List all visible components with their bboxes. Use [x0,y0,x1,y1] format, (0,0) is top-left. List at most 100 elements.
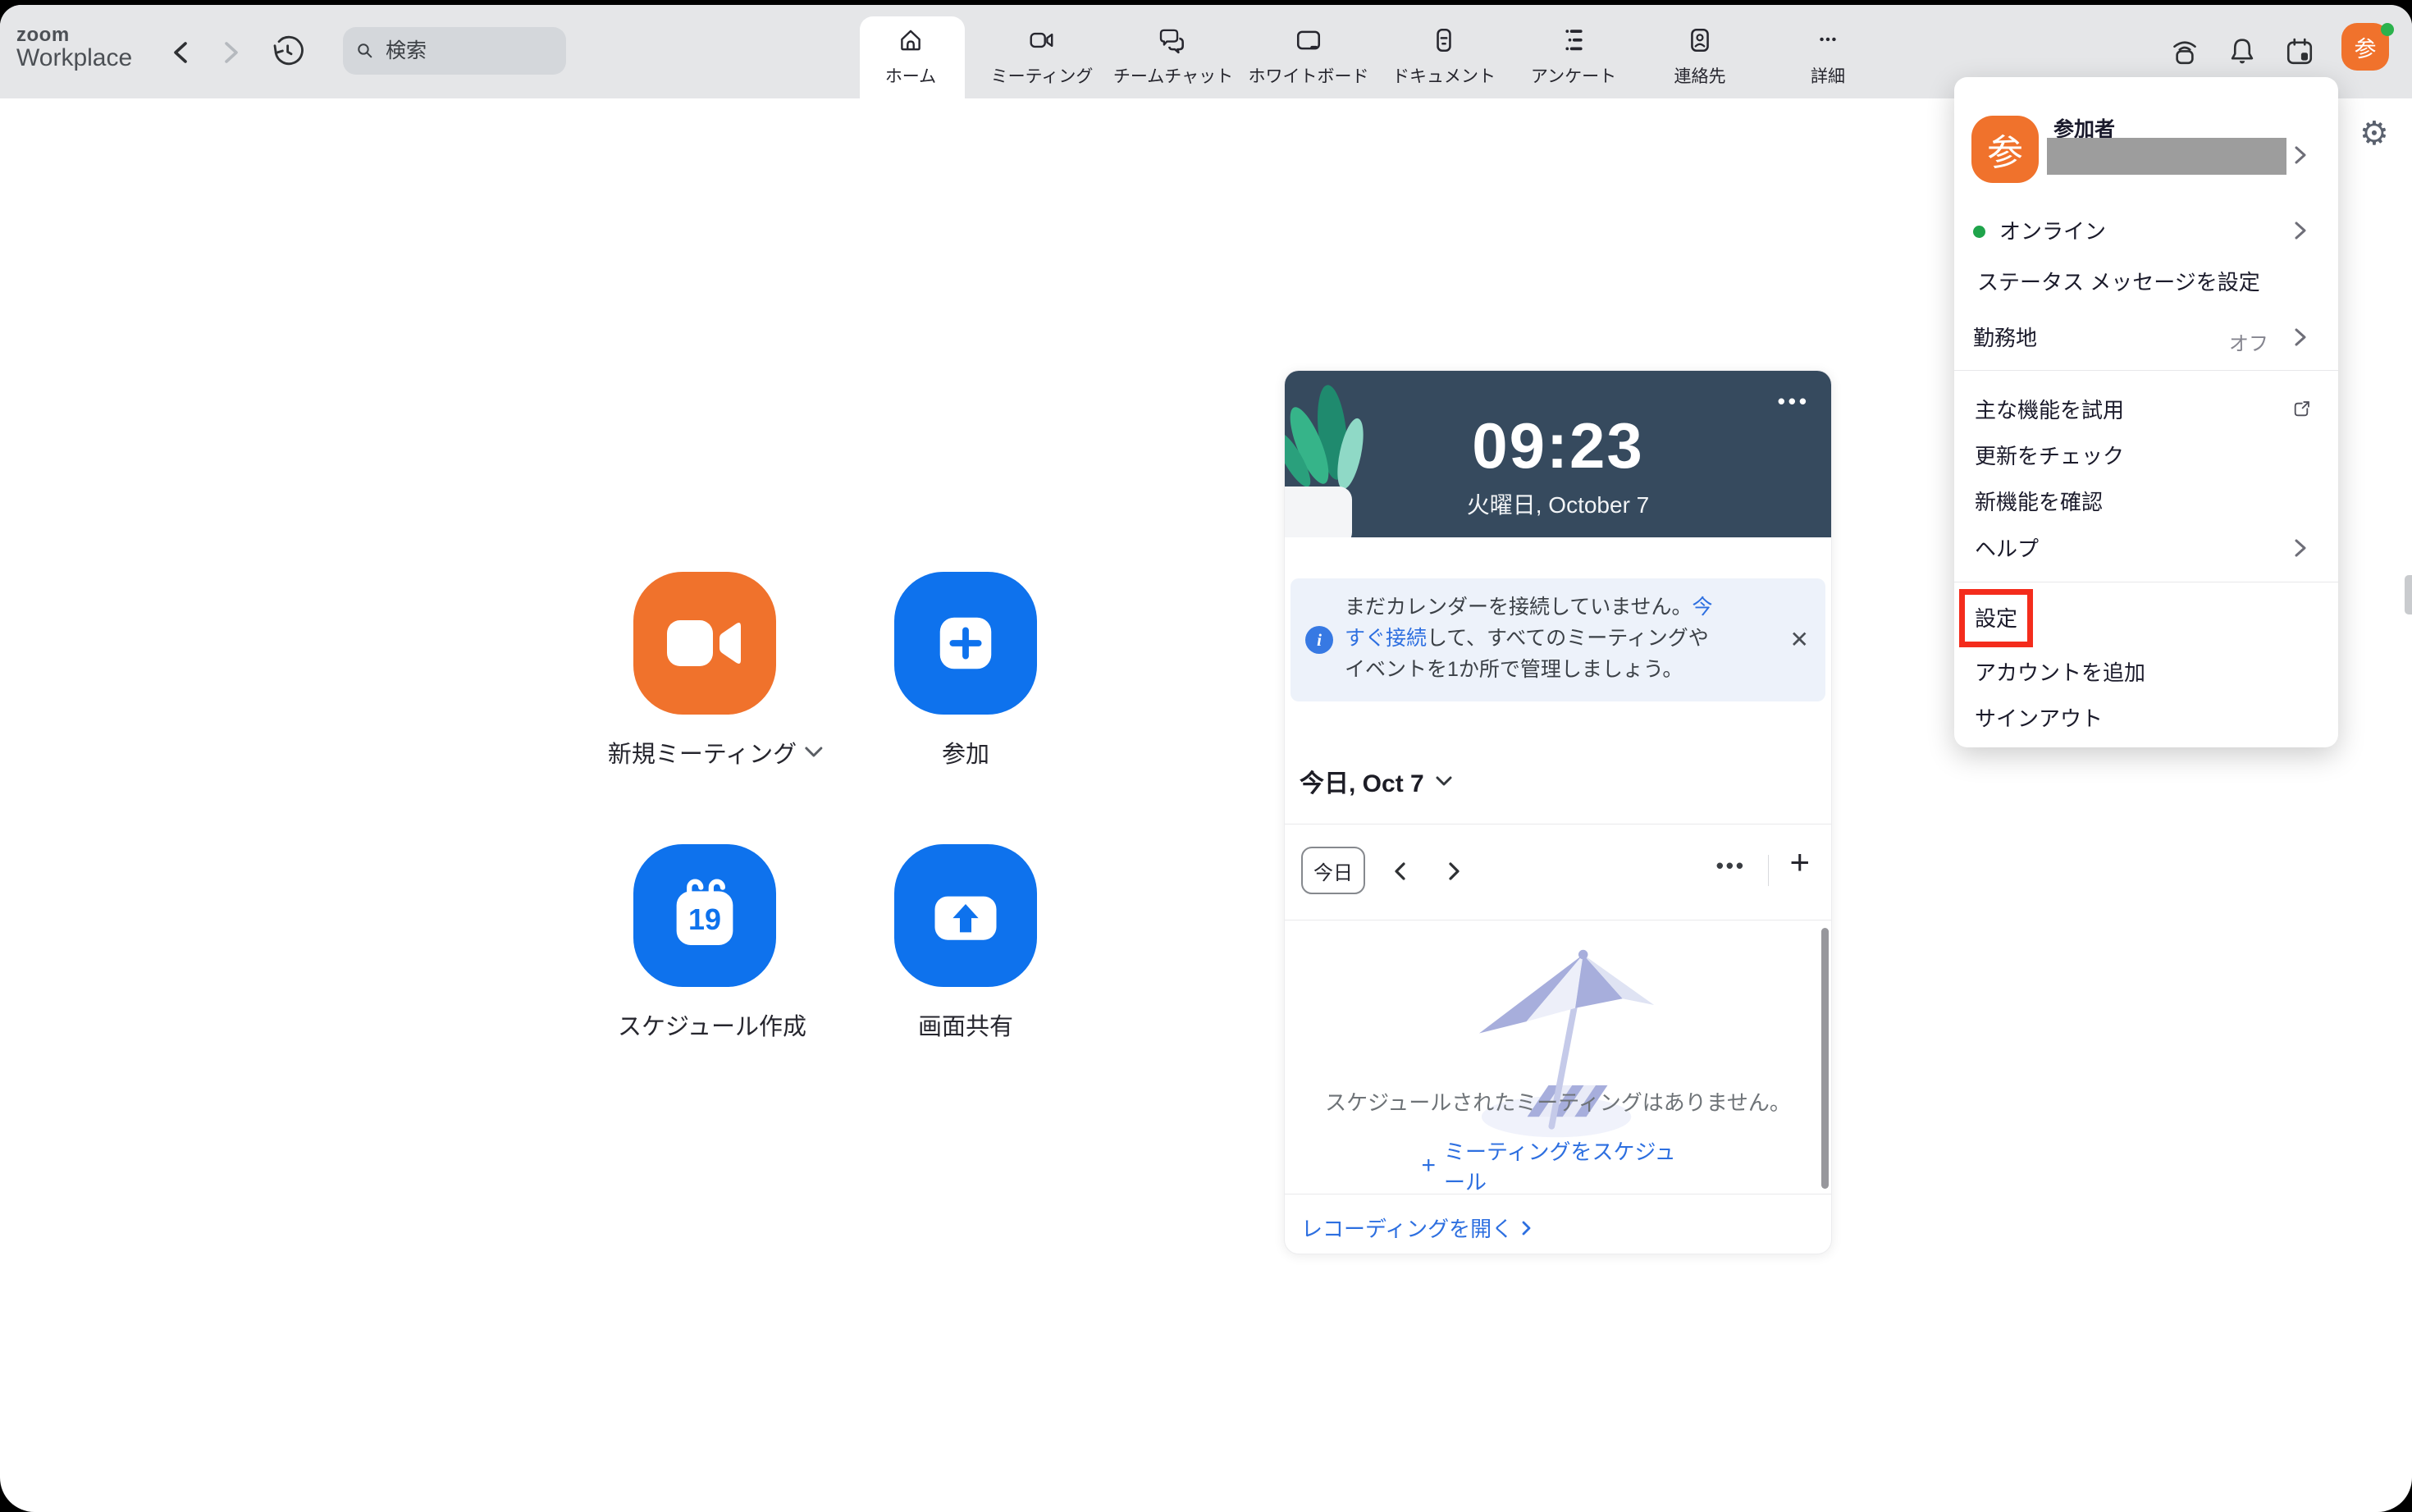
banner-text: まだカレンダーを接続していません。今 すぐ接続して、すべてのミーティングや イベ… [1345,592,1748,685]
join-label[interactable]: 参加 [942,735,989,770]
clock-date: 火曜日, October 7 [1285,487,1831,520]
tab-home[interactable]: ホーム [849,5,972,98]
svg-text:19: 19 [688,902,721,936]
banner-close-button[interactable]: ✕ [1790,626,1809,653]
search-input[interactable] [384,39,555,64]
notifications-button[interactable] [2225,34,2259,69]
menu-item-check-updates[interactable]: 更新をチェック [1975,443,2124,469]
menu-item-work-location[interactable]: 勤務地 [1973,325,2037,351]
tab-contacts[interactable]: 連絡先 [1638,5,1761,98]
tab-label: ホーム [885,63,936,88]
settings-highlight-annotation [1959,589,2033,647]
chevron-right-icon [2292,537,2309,559]
search-icon [354,40,376,62]
menu-item-try-features[interactable]: 主な機能を試用 [1975,397,2124,423]
open-recordings-link[interactable]: レコーディングを開く [1301,1213,1532,1243]
menu-item-status[interactable]: オンライン [1999,218,2106,244]
calendar-button[interactable] [2282,34,2317,69]
tab-label: チームチャット [1113,63,1233,88]
chevron-left-icon [1396,864,1404,879]
menu-item-help[interactable]: ヘルプ [1975,536,2039,562]
schedule-button[interactable]: 19 [633,844,776,987]
chevron-right-icon [1521,1220,1532,1236]
more-horizontal-icon [1814,26,1842,54]
presence-dot [2381,23,2394,36]
history-icon [271,34,304,67]
survey-list-icon [1560,26,1587,54]
calendar-more-button[interactable]: ••• [1716,853,1746,879]
plus-icon: + [1422,1152,1437,1180]
gear-icon: ⚙ [2359,116,2389,152]
menu-item-set-status-message[interactable]: ステータス メッセージを設定 [1977,269,2260,295]
redacted-name-bar [2047,138,2286,175]
connect-now-link[interactable]: すぐ接続 [1345,627,1427,650]
chevron-right-icon [1450,864,1458,879]
window-edge-artifact [2405,575,2412,614]
search-box[interactable] [343,27,566,75]
tab-label: ホワイトボード [1249,63,1369,88]
menu-divider [1954,370,2338,371]
history-button[interactable] [271,34,304,67]
next-day-button[interactable] [1439,856,1469,886]
divider [1285,1194,1831,1195]
schedule-meeting-link[interactable]: + ミーティングをスケジュール [1422,1135,1695,1196]
nav-back-button[interactable] [164,36,197,69]
clock-card-more-button[interactable]: ••• [1778,389,1810,414]
info-icon: i [1305,626,1333,654]
contact-card-icon [1686,26,1714,54]
home-icon [897,26,925,54]
video-camera-filled-icon [662,612,747,674]
tab-team-chat[interactable]: チームチャット [1112,5,1235,98]
new-meeting-button[interactable] [633,572,776,715]
new-meeting-label[interactable]: 新規ミーティング [608,735,823,770]
connect-to-device-button[interactable] [2168,34,2202,69]
clock-card-header: 09:23 火曜日, October 7 ••• [1285,371,1831,537]
chevron-right-icon [2292,327,2309,348]
share-screen-label[interactable]: 画面共有 [918,1007,1013,1042]
toolbar-divider [1768,855,1769,886]
online-status-dot [1973,226,1985,238]
logo-zoom: zoom [16,25,132,45]
chevron-down-icon [1436,776,1452,787]
tab-label: 連絡先 [1674,63,1726,88]
zoom-workplace-window: zoom Workplace [0,5,2412,1512]
tab-whiteboard[interactable]: ホワイトボード [1247,5,1370,98]
avatar-initial: 参 [1987,123,2023,176]
nav-forward-button[interactable] [215,36,248,69]
prev-day-button[interactable] [1385,856,1414,886]
share-screen-button[interactable] [894,844,1037,987]
close-icon: ✕ [1790,627,1809,652]
today-button[interactable]: 今日 [1301,847,1365,894]
tab-label: アンケート [1531,63,1616,88]
join-button[interactable] [894,572,1037,715]
connect-now-link[interactable]: 今 [1693,596,1713,619]
screen: zoom Workplace [0,0,2412,1512]
chat-bubbles-icon [1158,26,1188,54]
tab-more[interactable]: 詳細 [1766,5,1889,98]
profile-dropdown-menu: 参 参加者 オンライン ステータス メッセージを設定 勤務地 オフ 主な機能を試… [1954,77,2338,747]
more-horizontal-icon: ••• [1778,389,1810,413]
menu-item-sign-out[interactable]: サインアウト [1975,706,2103,732]
chevron-left-icon [176,43,185,62]
divider [1285,824,1831,825]
video-camera-icon [1027,26,1057,54]
menu-item-whats-new[interactable]: 新機能を確認 [1975,489,2103,515]
work-location-value: オフ [2229,327,2268,356]
menu-avatar: 参 [1971,116,2039,183]
calendar-scrollbar[interactable] [1821,928,1829,1189]
calendar-connect-banner: i まだカレンダーを接続していません。今 すぐ接続して、すべてのミーティングや … [1291,578,1825,701]
tab-surveys[interactable]: アンケート [1512,5,1635,98]
more-horizontal-icon: ••• [1716,853,1746,878]
bell-icon [2226,35,2259,68]
today-date-header[interactable]: 今日, Oct 7 [1300,763,1452,799]
home-settings-gear-button[interactable]: ⚙ [2359,115,2389,153]
share-to-room-icon [2168,35,2201,68]
menu-item-add-account[interactable]: アカウントを追加 [1975,660,2145,686]
schedule-label[interactable]: スケジュール作成 [618,1007,806,1042]
join-plus-icon [925,602,1007,684]
tab-docs[interactable]: ドキュメント [1382,5,1505,98]
chevron-down-icon [805,747,823,758]
tab-meetings[interactable]: ミーティング [980,5,1103,98]
calendar-19-icon: 19 [664,875,746,957]
add-event-button[interactable]: + [1789,845,1810,879]
